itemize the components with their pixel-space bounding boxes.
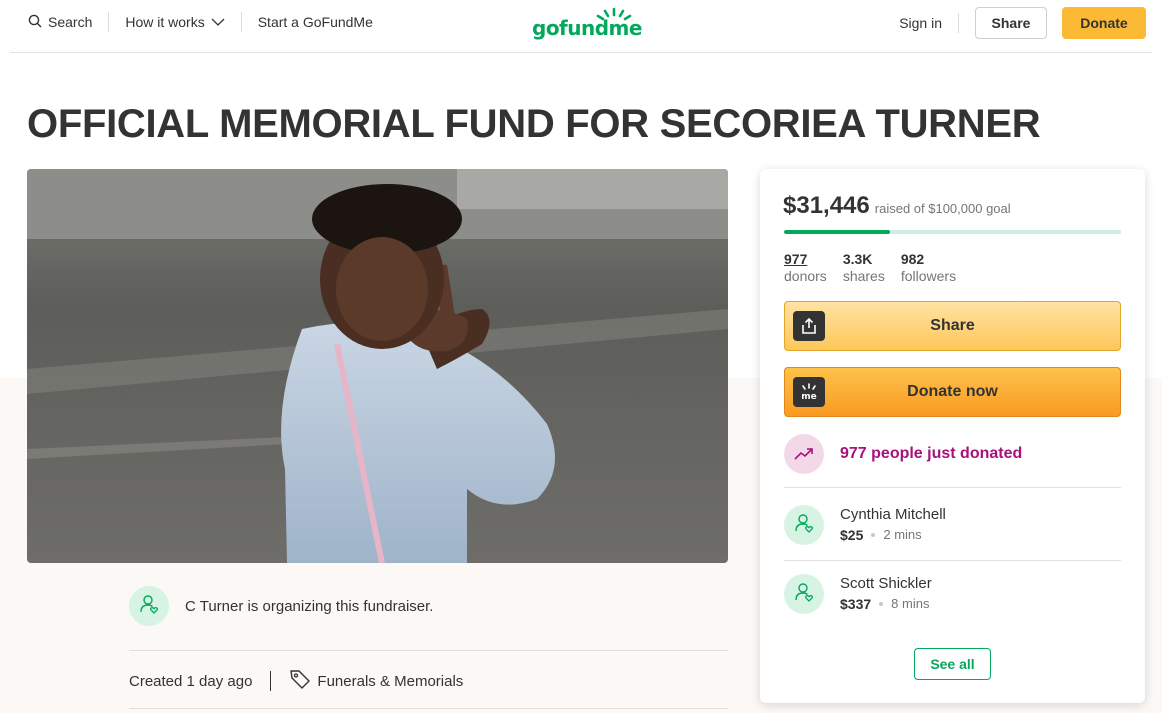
donor-info: Scott Shickler $337 8 mins [840, 574, 932, 614]
logo-text: gofundme [532, 16, 642, 40]
stat-shares: 3.3K shares [843, 251, 885, 285]
tag-icon [289, 668, 311, 694]
category-link[interactable]: Funerals & Memorials [289, 668, 463, 694]
campaign-stats: 977 donors 3.3K shares 982 followers [784, 251, 956, 285]
stat-donors[interactable]: 977 donors [784, 251, 827, 285]
sign-in-link[interactable]: Sign in [899, 15, 942, 31]
donor-details: $25 2 mins [840, 525, 946, 545]
header-share-button[interactable]: Share [975, 7, 1047, 39]
search-label: Search [48, 14, 93, 30]
nav-divider [240, 12, 242, 32]
nav-right: Sign in Share Donate [899, 7, 1146, 39]
donor-avatar [784, 505, 824, 545]
progress-bar-fill [784, 230, 890, 234]
donor-avatar [784, 574, 824, 614]
me-icon-text: me [801, 392, 816, 402]
campaign-meta-row: Created 1 day ago Funerals & Memorials [129, 668, 463, 694]
donor-info: Cynthia Mitchell $25 2 mins [840, 505, 946, 545]
campaign-photo[interactable] [27, 169, 728, 563]
progress-bar [784, 230, 1121, 234]
share-upload-icon [793, 311, 825, 341]
raised-summary: $31,446 raised of $100,000 goal [783, 192, 1011, 220]
how-it-works-menu[interactable]: How it works [125, 14, 225, 30]
followers-label: followers [900, 268, 957, 284]
search-icon [28, 14, 42, 31]
see-all-button[interactable]: See all [914, 648, 991, 680]
donor-item: Cynthia Mitchell $25 2 mins [784, 503, 946, 547]
start-gofundme-link[interactable]: Start a GoFundMe [258, 14, 373, 30]
donate-now-button[interactable]: me Donate now [784, 367, 1121, 417]
user-heart-icon [793, 581, 815, 608]
donor-name: Scott Shickler [840, 575, 932, 592]
share-button[interactable]: Share [784, 301, 1121, 351]
header-donate-button[interactable]: Donate [1062, 7, 1146, 39]
raised-amount: $31,446 [783, 192, 870, 219]
organizer-text: C Turner is organizing this fundraiser. [185, 597, 434, 615]
category-label: Funerals & Memorials [317, 672, 464, 690]
trending-up-icon [784, 434, 824, 474]
stat-followers: 982 followers [901, 251, 956, 285]
gofundme-me-icon: me [793, 377, 825, 407]
donor-amount: $25 [840, 527, 864, 543]
followers-count: 982 [900, 251, 925, 267]
donor-details: $337 8 mins [840, 594, 932, 614]
donor-time: 2 mins [883, 527, 922, 542]
divider [784, 487, 1121, 488]
organizer-avatar [129, 586, 169, 626]
separator-dot [879, 602, 884, 606]
goal-text: raised of $100,000 goal [874, 201, 1011, 216]
donors-label: donors [784, 268, 827, 284]
donor-amount: $337 [840, 596, 872, 612]
divider [129, 650, 728, 651]
donation-card: $31,446 raised of $100,000 goal 977 dono… [760, 169, 1145, 703]
nav-divider [958, 13, 959, 33]
top-navigation: Search How it works Start a GoFundMe gof… [0, 0, 1162, 53]
user-heart-icon [793, 512, 815, 539]
search-link[interactable]: Search [28, 14, 92, 31]
campaign-title: OFFICIAL MEMORIAL FUND FOR SECORIEA TURN… [27, 102, 1041, 146]
shares-label: shares [842, 268, 885, 284]
donor-item: Scott Shickler $337 8 mins [784, 572, 932, 616]
donor-name: Cynthia Mitchell [840, 506, 946, 523]
nav-left: Search How it works Start a GoFundMe [28, 0, 373, 44]
divider [129, 708, 728, 709]
user-heart-icon [138, 593, 160, 620]
separator-dot [871, 533, 876, 537]
organizer-row: C Turner is organizing this fundraiser. [129, 586, 433, 626]
created-date: Created 1 day ago [129, 672, 253, 690]
recent-donations-text: 977 people just donated [840, 445, 1023, 462]
nav-divider [108, 12, 110, 32]
donate-now-label: Donate now [907, 383, 998, 400]
divider [784, 560, 1121, 561]
how-it-works-label: How it works [125, 14, 205, 30]
donors-count[interactable]: 977 [784, 251, 827, 268]
header-divider [10, 52, 1152, 53]
campaign-photo-image [27, 169, 728, 563]
chevron-down-icon [211, 14, 225, 30]
start-gofundme-label: Start a GoFundMe [257, 14, 373, 30]
share-button-label: Share [930, 317, 975, 334]
gofundme-logo[interactable]: gofundme [532, 6, 642, 40]
meta-divider [270, 671, 272, 691]
donor-time: 8 mins [891, 596, 930, 611]
recent-donations-summary[interactable]: 977 people just donated [784, 434, 1022, 474]
shares-count: 3.3K [842, 251, 873, 267]
